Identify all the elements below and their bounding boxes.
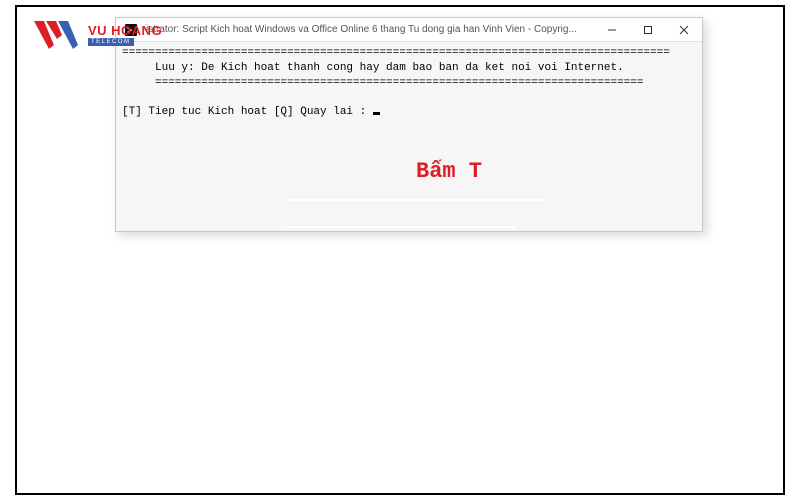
logo-mark-icon: [32, 19, 84, 51]
logo-name: VU HOANG: [88, 24, 162, 37]
logo-subtitle: TELECOM: [88, 38, 134, 46]
logo-text: VU HOANG TELECOM: [88, 24, 162, 46]
window-titlebar: > istrator: Script Kich hoat Windows va …: [116, 18, 702, 42]
window-controls: [594, 18, 702, 41]
annotation-label: Bấm T: [416, 157, 482, 187]
close-button[interactable]: [666, 18, 702, 41]
console-rule: ========================================…: [122, 47, 670, 59]
outer-frame: VU HOANG TELECOM > istrator: Script Kich…: [15, 5, 785, 495]
brand-logo: VU HOANG TELECOM: [32, 19, 162, 51]
console-prompt: [T] Tiep tuc Kich hoat [Q] Quay lai :: [122, 106, 373, 118]
cursor-icon: [373, 112, 380, 115]
window-title: istrator: Script Kich hoat Windows va Of…: [146, 24, 594, 35]
console-notice: Luu y: De Kich hoat thanh cong hay dam b…: [122, 62, 624, 74]
console-body[interactable]: ========================================…: [116, 42, 702, 231]
decorative-line: [286, 226, 516, 228]
minimize-button[interactable]: [594, 18, 630, 41]
command-window: > istrator: Script Kich hoat Windows va …: [115, 17, 703, 232]
console-rule: ========================================…: [122, 77, 644, 89]
maximize-button[interactable]: [630, 18, 666, 41]
decorative-line: [286, 199, 546, 201]
